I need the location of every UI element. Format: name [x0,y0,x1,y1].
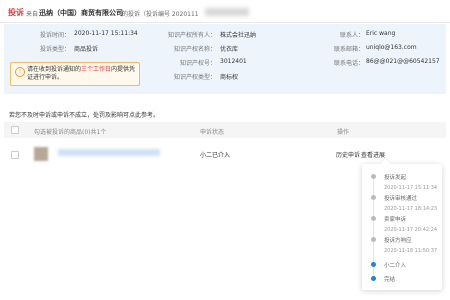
timeline-time: 2020-11-17 15:11:34 [384,185,438,191]
timeline-title: 投诉发起 [384,175,407,181]
timeline-dot-active [371,276,376,281]
timeline-dot-active [371,262,376,267]
email-value: uniqlo@163.com [366,44,417,51]
col-status: 申诉状态 [200,129,225,136]
row-checkbox[interactable] [11,151,19,159]
complaint-type-label: 投诉类型： [40,46,71,53]
email-label: 联系邮箱： [334,46,365,53]
timeline-title: 小二介入 [384,263,407,269]
col-action: 操作 [337,129,350,136]
timeline-time: 2020-11-17 20:42:24 [384,227,438,233]
ip-type-value: 商标权 [220,74,239,81]
deadline-warning: ! 请在收到投诉通知的三个工作日内提供凭证进行申诉。 [10,62,140,86]
page-header: 投诉 来自 迅纳（中国）商贸有限公司 的投诉（投诉编号 2020111 [0,0,450,23]
timeline-dot [371,174,376,179]
select-all-checkbox[interactable] [11,126,19,134]
complaint-time-label: 投诉时间： [40,32,71,39]
warning-text-highlight: 三个工作日 [81,66,112,73]
timeline-title: 投诉审核通过 [384,196,418,202]
phone-label: 联系电话： [334,60,365,67]
timeline-dot [371,216,376,221]
redacted-region [205,8,249,16]
row-status: 小二已介入 [200,152,231,159]
complaint-time-value: 2020-11-17 15:11:34 [74,30,138,37]
timeline-dot [371,195,376,200]
ip-number-label: 知识产权号： [180,60,217,67]
product-thumbnail [34,147,48,161]
progress-popover: 投诉发起 2020-11-17 15:11:34 投诉审核通过 2020-11-… [362,164,442,290]
ip-name-value: 优衣库 [220,46,239,53]
timeline-dot [371,237,376,242]
contact-value: Eric wang [366,30,396,37]
warning-icon: ! [15,67,25,77]
ip-owner-label: 知识产权所有人： [168,32,217,39]
timeline-time: 2020-11-18 11:50:37 [384,248,438,254]
timeline-time: 2020-11-17 18:14:23 [384,206,438,212]
phone-value: 86@@021@@60542157 [366,58,440,65]
view-progress-link[interactable]: 查看进展 [361,150,385,159]
timeline-title: 完结 [384,277,396,283]
ip-type-label: 知识产权类型： [174,74,217,81]
warning-text-before: 请在收到投诉通知的 [27,66,82,73]
timeline-title: 投诉方响应 [384,238,412,244]
timeline-title: 卖家申诉 [384,217,407,223]
col-goods: 勾选被投诉的商品(0)共1个 [34,129,107,136]
ip-number-value: 3012401 [220,58,247,65]
table-header: 勾选被投诉的商品(0)共1个 申诉状态 操作 [4,122,446,138]
warning-text: 请在收到投诉通知的三个工作日内提供凭证进行申诉。 [27,66,137,82]
complaint-badge: 投诉 [8,8,24,17]
complaint-type-value: 商品投诉 [74,46,99,53]
ip-name-label: 知识产权名称： [174,46,217,53]
penalty-hint-link[interactable]: 若您不及时申诉或申诉不成立，处罚及影响可点此参考。 [9,110,159,119]
ip-owner-value: 株式会社迅纳 [220,32,257,39]
contact-label: 联系人： [340,32,365,39]
complaint-id-text: 的投诉（投诉编号 2020111 [122,11,199,18]
complainant-company: 迅纳（中国）商贸有限公司 [39,9,123,17]
history-appeal-link[interactable]: 历史申诉 [336,150,360,159]
product-title-redacted[interactable] [58,149,160,156]
header-from: 来自 [26,11,39,18]
